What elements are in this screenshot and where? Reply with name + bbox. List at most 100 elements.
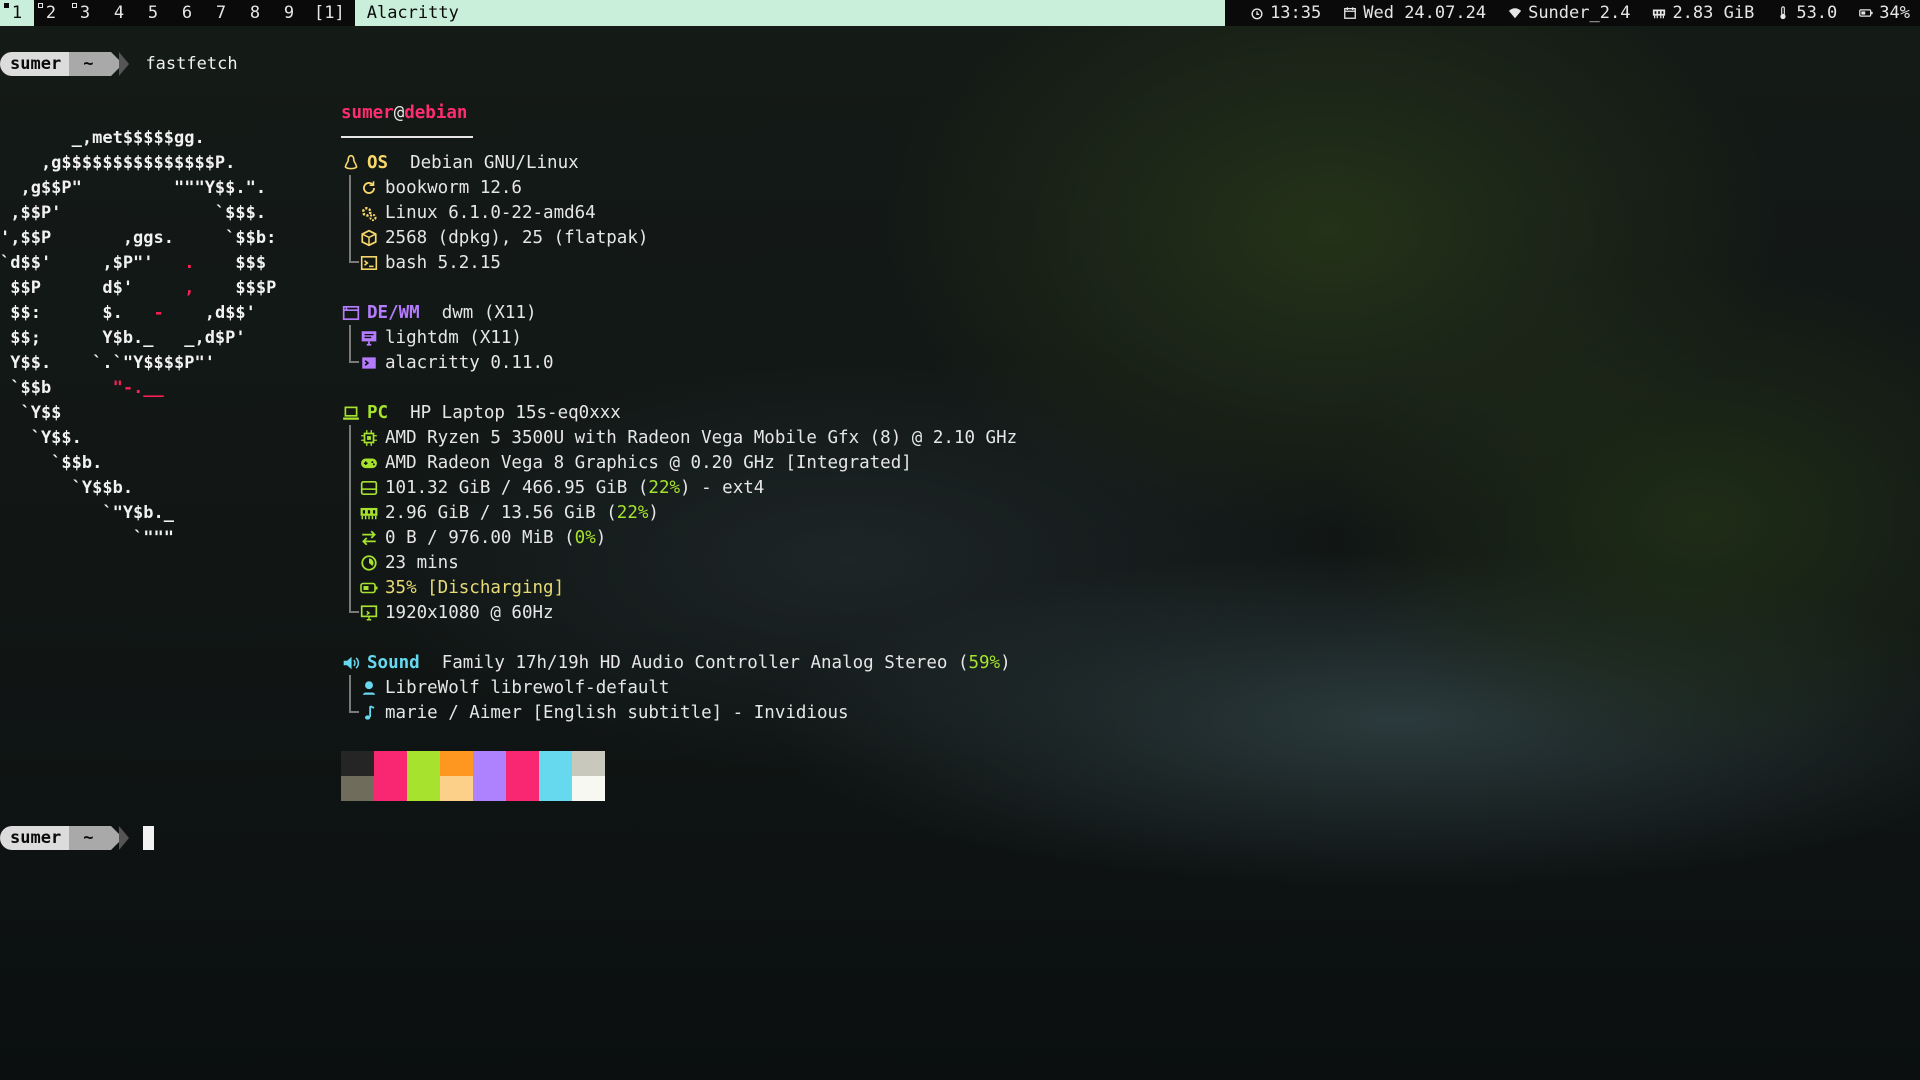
- package-icon: [359, 228, 379, 248]
- prompt-directory: ~: [69, 52, 112, 76]
- monitor-icon: [359, 328, 379, 348]
- tree-branch-end: [349, 600, 359, 613]
- tag-6[interactable]: 6: [170, 0, 204, 26]
- sound-line: Sound Family 17h/19h HD Audio Controller…: [341, 650, 1011, 675]
- color-swatch: [407, 776, 440, 801]
- laptop-icon: [341, 403, 361, 423]
- gamepad-icon: [359, 453, 379, 473]
- color-swatch: [407, 751, 440, 776]
- color-swatch: [473, 776, 506, 801]
- prompt-directory: ~: [69, 826, 112, 850]
- pc-line: PC HP Laptop 15s-eq0xxx: [341, 400, 621, 425]
- color-swatch: [539, 776, 572, 801]
- tag-5[interactable]: 5: [136, 0, 170, 26]
- color-swatch: [572, 751, 605, 776]
- logo-accent: "-.__: [112, 378, 164, 398]
- clock-widget: 13:35: [1250, 3, 1321, 23]
- memory-line: 2.96 GiB / 13.56 GiB (22%): [341, 500, 659, 525]
- tree-branch: [349, 325, 359, 350]
- tree-branch-end: [349, 250, 359, 263]
- calendar-icon: [1344, 7, 1357, 19]
- tree-branch: [349, 200, 359, 225]
- tag-7[interactable]: 7: [204, 0, 238, 26]
- tree-branch: [349, 450, 359, 475]
- battery-widget: 34%: [1859, 3, 1910, 23]
- tree-branch: [349, 175, 359, 200]
- tag-4[interactable]: 4: [102, 0, 136, 26]
- color-swatch: [572, 776, 605, 801]
- clock-icon: [1251, 8, 1263, 20]
- cpu-icon: [359, 428, 379, 448]
- wifi-widget: Sunder_2.4: [1508, 3, 1630, 23]
- display-icon: [359, 603, 379, 623]
- wifi-icon: [1508, 8, 1522, 19]
- color-swatch: [473, 751, 506, 776]
- login-manager-line: lightdm (X11): [341, 325, 522, 350]
- uptime-icon: [359, 553, 379, 573]
- date-widget: Wed 24.07.24: [1343, 3, 1486, 23]
- player-line: LibreWolf librewolf-default: [341, 675, 669, 700]
- status-area: 13:35 Wed 24.07.24 Sunder_2.4 2.83 GiB 5…: [1225, 0, 1920, 26]
- packages-line: 2568 (dpkg), 25 (flatpak): [341, 225, 648, 250]
- tree-branch: [349, 225, 359, 250]
- memory-icon: [359, 503, 379, 523]
- tag-1[interactable]: 1: [0, 0, 34, 26]
- prompt-user: sumer: [0, 52, 70, 76]
- disk-icon: [359, 478, 379, 498]
- tree-branch: [349, 475, 359, 500]
- tree-branch: [349, 675, 359, 700]
- tree-branch: [349, 500, 359, 525]
- color-swatch: [539, 751, 572, 776]
- logo-accent: ,: [184, 278, 195, 298]
- memory-widget: 2.83 GiB: [1652, 3, 1754, 23]
- logo-accent: -: [153, 303, 164, 323]
- tree-branch: [349, 575, 359, 600]
- logo-accent: [51, 353, 61, 373]
- swap-icon: [359, 528, 379, 548]
- title-separator: [341, 136, 473, 138]
- battery-line: 35% [Discharging]: [341, 575, 564, 600]
- occupied-indicator: [72, 3, 77, 8]
- battery-icon: [1859, 9, 1873, 17]
- user-host: sumer @ debian: [341, 102, 468, 123]
- command-text: fastfetch: [145, 54, 238, 74]
- tag-8[interactable]: 8: [238, 0, 272, 26]
- shell-prompt: sumer ~: [0, 826, 155, 850]
- color-palette: [341, 751, 605, 801]
- shell-prompt: sumer ~ fastfetch: [0, 52, 238, 76]
- os-line: OS Debian GNU/Linux: [341, 150, 579, 175]
- window-icon: [341, 303, 361, 323]
- kernel-line: Linux 6.1.0-22-amd64: [341, 200, 596, 225]
- gears-icon: [359, 203, 379, 223]
- memory-icon: [1653, 9, 1666, 19]
- tree-branch-end: [349, 700, 359, 713]
- tree-branch: [349, 425, 359, 450]
- occupied-indicator: [4, 3, 9, 8]
- color-swatch: [374, 751, 407, 776]
- layout-indicator[interactable]: [1]: [306, 0, 355, 26]
- terminal-icon: [359, 253, 379, 273]
- tag-3[interactable]: 3: [68, 0, 102, 26]
- color-swatch: [506, 751, 539, 776]
- tag-2[interactable]: 2: [34, 0, 68, 26]
- dewm-line: DE/WM dwm (X11): [341, 300, 537, 325]
- status-bar: 1 2 3 4 5 6 7 8 9 [1] Alacritty 13:35 We…: [0, 0, 1920, 26]
- shell-line: bash 5.2.15: [341, 250, 501, 275]
- linux-icon: [341, 153, 361, 173]
- temperature-widget: 53.0: [1776, 3, 1837, 23]
- text-cursor[interactable]: [143, 826, 155, 850]
- color-swatch: [374, 776, 407, 801]
- prompt-arrow-icon: [119, 52, 130, 76]
- logo-accent: .: [184, 253, 195, 273]
- display-line: 1920x1080 @ 60Hz: [341, 600, 554, 625]
- disk-line: 101.32 GiB / 466.95 GiB (22%) - ext4: [341, 475, 764, 500]
- tree-branch: [349, 550, 359, 575]
- gpu-line: AMD Radeon Vega 8 Graphics @ 0.20 GHz [I…: [341, 450, 912, 475]
- cpu-line: AMD Ryzen 5 3500U with Radeon Vega Mobil…: [341, 425, 1017, 450]
- tag-9[interactable]: 9: [272, 0, 306, 26]
- terminal-icon: [359, 353, 379, 373]
- player-icon: [359, 678, 379, 698]
- debian-ascii-logo: _,met$$$$$gg. ,g$$$$$$$$$$$$$$$P. ,g$$P"…: [0, 128, 277, 548]
- color-swatch: [506, 776, 539, 801]
- window-title: Alacritty: [354, 0, 1225, 26]
